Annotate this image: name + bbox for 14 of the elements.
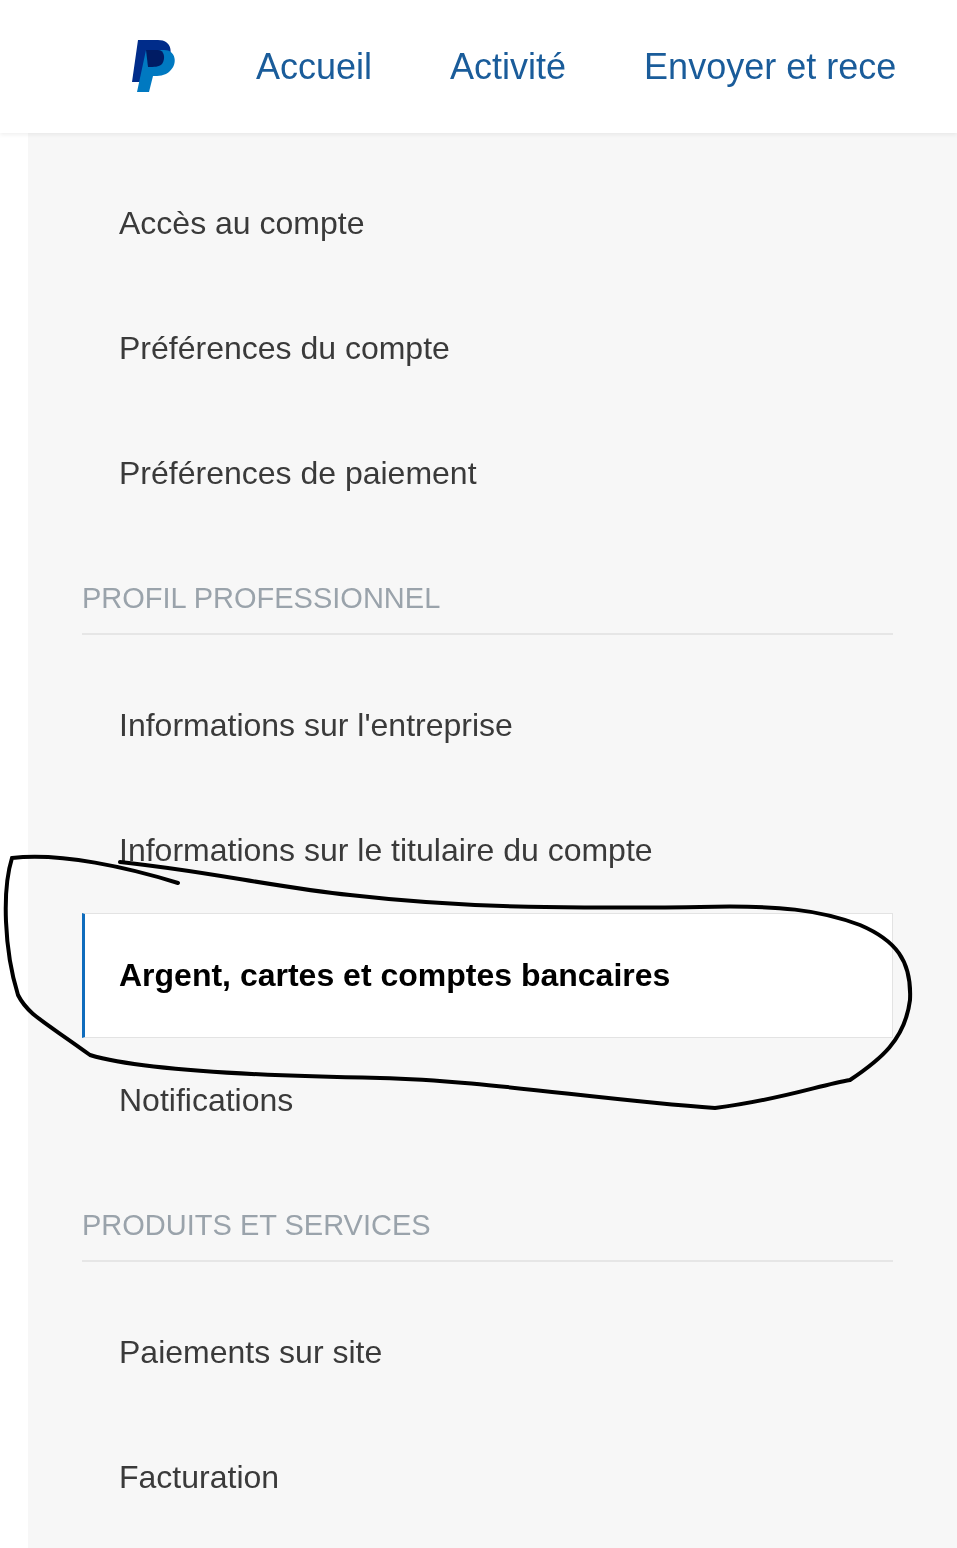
nav-link[interactable]: Accueil	[256, 45, 373, 88]
nav-link[interactable]: Envoyer et rece	[644, 45, 897, 88]
sidebar-item[interactable]: Informations sur le titulaire du compte	[82, 788, 893, 913]
section-heading: PROFIL PROFESSIONNEL	[82, 582, 893, 635]
sidebar-item[interactable]: Accès au compte	[82, 161, 893, 286]
sidebar-item[interactable]: Préférences du compte	[82, 286, 893, 411]
sidebar-item[interactable]: Informations sur l'entreprise	[82, 663, 893, 788]
sidebar-item[interactable]: Paiements sur site	[82, 1290, 893, 1415]
sidebar-item[interactable]: Préférences de paiement	[82, 411, 893, 536]
sidebar-item[interactable]: Notifications	[82, 1038, 893, 1163]
sidebar-item[interactable]: Facturation	[82, 1415, 893, 1540]
section-heading: PRODUITS ET SERVICES	[82, 1209, 893, 1262]
sidebar-item[interactable]: Argent, cartes et comptes bancaires	[82, 913, 893, 1038]
nav-link[interactable]: Activité	[450, 45, 567, 88]
